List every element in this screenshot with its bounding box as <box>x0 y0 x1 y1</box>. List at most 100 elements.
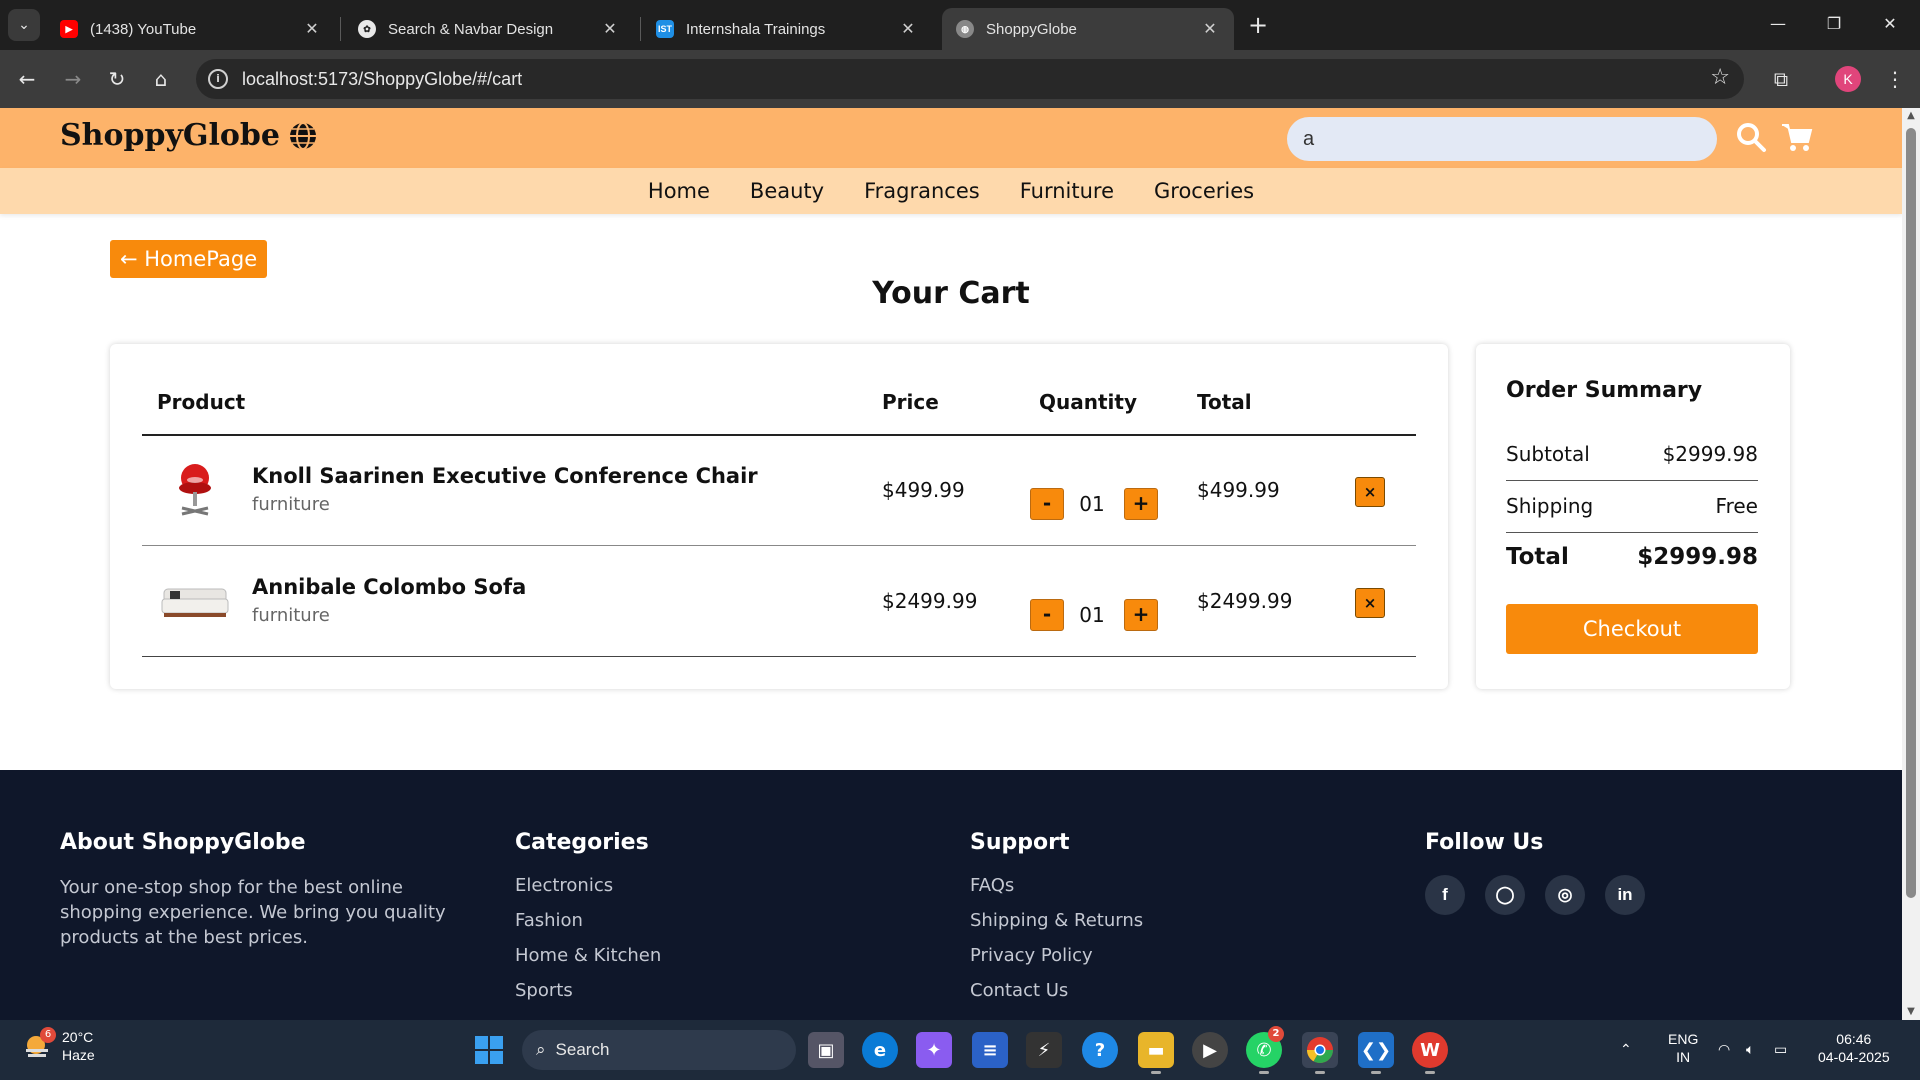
url-text[interactable]: localhost:5173/ShoppyGlobe/#/cart <box>242 69 522 90</box>
search-input[interactable] <box>1287 117 1717 161</box>
product-name[interactable]: Annibale Colombo Sofa <box>252 575 526 599</box>
edge-icon[interactable]: e <box>862 1032 898 1068</box>
nav-fragrances[interactable]: Fragrances <box>864 179 980 203</box>
tab-internshala[interactable]: IST Internshala Trainings ✕ <box>642 8 932 50</box>
remove-item-button[interactable]: × <box>1355 588 1385 618</box>
summary-divider <box>1506 480 1758 481</box>
quantity-value: 01 <box>1079 492 1105 516</box>
nav-beauty[interactable]: Beauty <box>750 179 824 203</box>
footer-link-fashion[interactable]: Fashion <box>515 910 661 935</box>
cart-icon[interactable] <box>1780 120 1814 154</box>
increase-quantity-button[interactable]: + <box>1124 599 1158 631</box>
globe-icon: ◍ <box>956 20 974 38</box>
tab-shoppyglobe[interactable]: ◍ ShoppyGlobe ✕ <box>942 8 1234 50</box>
order-summary-card: Order Summary Subtotal $2999.98 Shipping… <box>1476 344 1790 689</box>
youtube-icon: ▶ <box>60 20 78 38</box>
footer-link-contact-us[interactable]: Contact Us <box>970 980 1143 1005</box>
globe-icon <box>289 121 316 150</box>
tab-title: Internshala Trainings <box>686 20 826 38</box>
bookmark-star-icon[interactable]: ☆ <box>1710 65 1730 90</box>
back-arrow-icon[interactable]: ← <box>12 64 42 94</box>
footer-link-privacy-policy[interactable]: Privacy Policy <box>970 945 1143 970</box>
footer-categories-title: Categories <box>515 830 649 855</box>
instagram-icon[interactable]: ◎ <box>1545 875 1585 915</box>
close-tab-icon[interactable]: ✕ <box>600 19 620 39</box>
clock[interactable]: 06:46 04-04-2025 <box>1818 1030 1890 1066</box>
home-icon[interactable]: ⌂ <box>146 64 176 94</box>
site-info-icon[interactable]: i <box>208 69 228 89</box>
close-tab-icon[interactable]: ✕ <box>898 19 918 39</box>
decrease-quantity-button[interactable]: - <box>1030 488 1064 520</box>
subtotal-row: Subtotal $2999.98 <box>1506 442 1758 466</box>
footer-link-faqs[interactable]: FAQs <box>970 875 1143 900</box>
new-tab-button[interactable]: + <box>1244 12 1272 40</box>
notepad-icon[interactable]: ≡ <box>972 1032 1008 1068</box>
vscode-icon[interactable]: ❮❯ <box>1358 1032 1394 1074</box>
windows-start-icon[interactable] <box>474 1035 504 1065</box>
terminal-icon[interactable]: ⚡ <box>1026 1032 1062 1068</box>
file-explorer-icon[interactable]: ▬ <box>1138 1032 1174 1074</box>
tab-search-navbar[interactable]: ✿ Search & Navbar Design ✕ <box>344 8 634 50</box>
footer-link-electronics[interactable]: Electronics <box>515 875 661 900</box>
scroll-down-icon[interactable]: ▼ <box>1905 1006 1917 1017</box>
nav-furniture[interactable]: Furniture <box>1020 179 1114 203</box>
address-bar[interactable]: i localhost:5173/ShoppyGlobe/#/cart ☆ <box>196 59 1744 99</box>
wps-office-icon[interactable]: W <box>1412 1032 1448 1074</box>
footer-link-sports[interactable]: Sports <box>515 980 661 1005</box>
minimize-icon[interactable]: — <box>1758 10 1798 38</box>
media-player-icon[interactable]: ▶ <box>1192 1032 1228 1068</box>
close-tab-icon[interactable]: ✕ <box>1200 19 1220 39</box>
footer-about: About ShoppyGlobe Your one-stop shop for… <box>60 830 460 950</box>
whatsapp-badge: 2 <box>1268 1026 1284 1042</box>
remove-item-button[interactable]: × <box>1355 477 1385 507</box>
extensions-icon[interactable]: ⧉ <box>1766 64 1796 94</box>
decrease-quantity-button[interactable]: - <box>1030 599 1064 631</box>
back-to-homepage-button[interactable]: ← HomePage <box>110 240 268 278</box>
language-indicator[interactable]: ENG IN <box>1668 1030 1698 1066</box>
sofa-image <box>161 588 229 617</box>
battery-icon[interactable]: ▭ <box>1774 1040 1787 1058</box>
profile-avatar[interactable]: K <box>1835 66 1861 92</box>
site-logo[interactable]: ShoppyGlobe <box>60 118 318 153</box>
whatsapp-icon[interactable]: ✆ 2 <box>1246 1026 1284 1074</box>
reload-icon[interactable]: ↻ <box>102 64 132 94</box>
shipping-label: Shipping <box>1506 494 1594 518</box>
footer-link-home-kitchen[interactable]: Home & Kitchen <box>515 945 661 970</box>
weather-widget[interactable]: 6 20°C Haze <box>22 1027 95 1064</box>
browser-toolbar: ← → ↻ ⌂ i localhost:5173/ShoppyGlobe/#/c… <box>0 50 1920 108</box>
close-window-icon[interactable]: ✕ <box>1870 10 1910 38</box>
github-icon[interactable]: ◯ <box>1485 875 1525 915</box>
chrome-icon[interactable] <box>1302 1032 1338 1074</box>
restore-icon[interactable]: ❐ <box>1814 10 1854 38</box>
forward-arrow-icon[interactable]: → <box>58 64 88 94</box>
checkout-button[interactable]: Checkout <box>1506 604 1758 654</box>
nav-groceries[interactable]: Groceries <box>1154 179 1254 203</box>
product-name[interactable]: Knoll Saarinen Executive Conference Chai… <box>252 464 758 488</box>
wifi-icon[interactable]: ◠ <box>1718 1040 1730 1058</box>
footer-link-shipping-returns[interactable]: Shipping & Returns <box>970 910 1143 935</box>
product-price: $2499.99 <box>882 589 978 613</box>
copilot-icon[interactable]: ✦ <box>916 1032 952 1068</box>
page-scrollbar[interactable]: ▲ ▼ <box>1902 108 1920 1020</box>
tab-search-button[interactable]: ⌄ <box>8 9 40 41</box>
close-tab-icon[interactable]: ✕ <box>302 19 322 39</box>
nav-home[interactable]: Home <box>648 179 710 203</box>
increase-quantity-button[interactable]: + <box>1124 488 1158 520</box>
tray-overflow-icon[interactable]: ⌃ <box>1620 1040 1632 1058</box>
search-icon[interactable] <box>1734 120 1768 154</box>
total-value: $2999.98 <box>1637 544 1758 570</box>
browser-menu-icon[interactable]: ⋮ <box>1880 64 1910 94</box>
scroll-up-icon[interactable]: ▲ <box>1905 110 1917 121</box>
tab-youtube[interactable]: ▶ (1438) YouTube ✕ <box>46 8 336 50</box>
total-row: Total $2999.98 <box>1506 544 1758 570</box>
facebook-icon[interactable]: f <box>1425 875 1465 915</box>
taskbar-search-box[interactable]: ⌕ Search <box>522 1030 796 1070</box>
scrollbar-thumb[interactable] <box>1906 128 1916 898</box>
tab-title: (1438) YouTube <box>90 20 197 38</box>
volume-icon[interactable]: 🔈︎ <box>1746 1040 1754 1058</box>
help-icon[interactable]: ? <box>1082 1032 1118 1068</box>
subtotal-value: $2999.98 <box>1662 442 1758 466</box>
task-view-icon[interactable]: ▣ <box>808 1032 844 1068</box>
linkedin-icon[interactable]: in <box>1605 875 1645 915</box>
weather-haze-icon: 6 <box>22 1027 56 1061</box>
